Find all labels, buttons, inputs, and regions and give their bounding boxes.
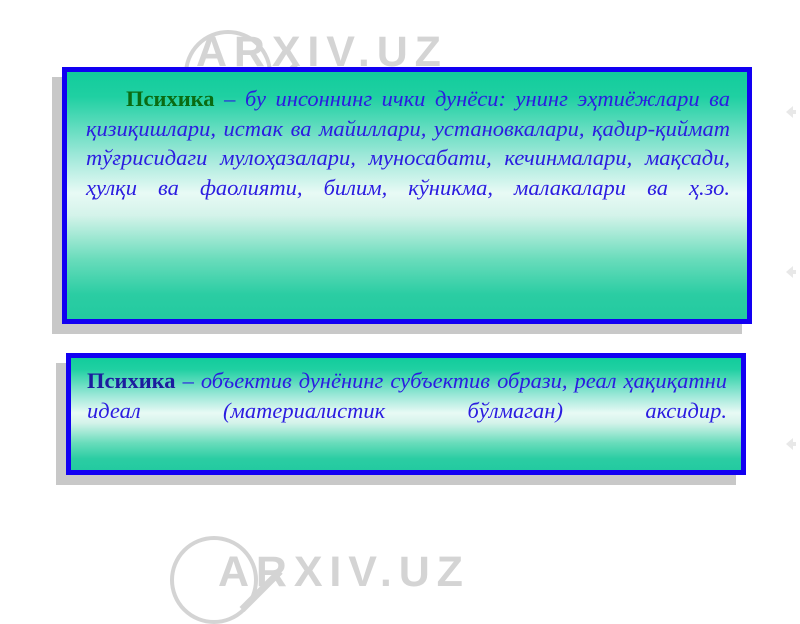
definition-paragraph-1: Психика – бу инсоннинг ички дунёси: унин… <box>86 84 730 232</box>
definition-paragraph-2: Психика – объектив дунёнинг субъектив об… <box>87 366 727 455</box>
definition-box-2: Психика – объектив дунёнинг субъектив об… <box>66 353 746 475</box>
keyword-psixika-2: Психика <box>87 368 176 393</box>
dash-separator-2: – <box>175 368 201 393</box>
definition-box-1: Психика – бу инсоннинг ички дунёси: унин… <box>62 67 752 324</box>
keyword-psixika-1: Психика <box>126 86 215 111</box>
dash-separator-1: – <box>214 86 245 111</box>
slide-canvas: Психика – бу инсоннинг ички дунёси: унин… <box>0 0 800 600</box>
